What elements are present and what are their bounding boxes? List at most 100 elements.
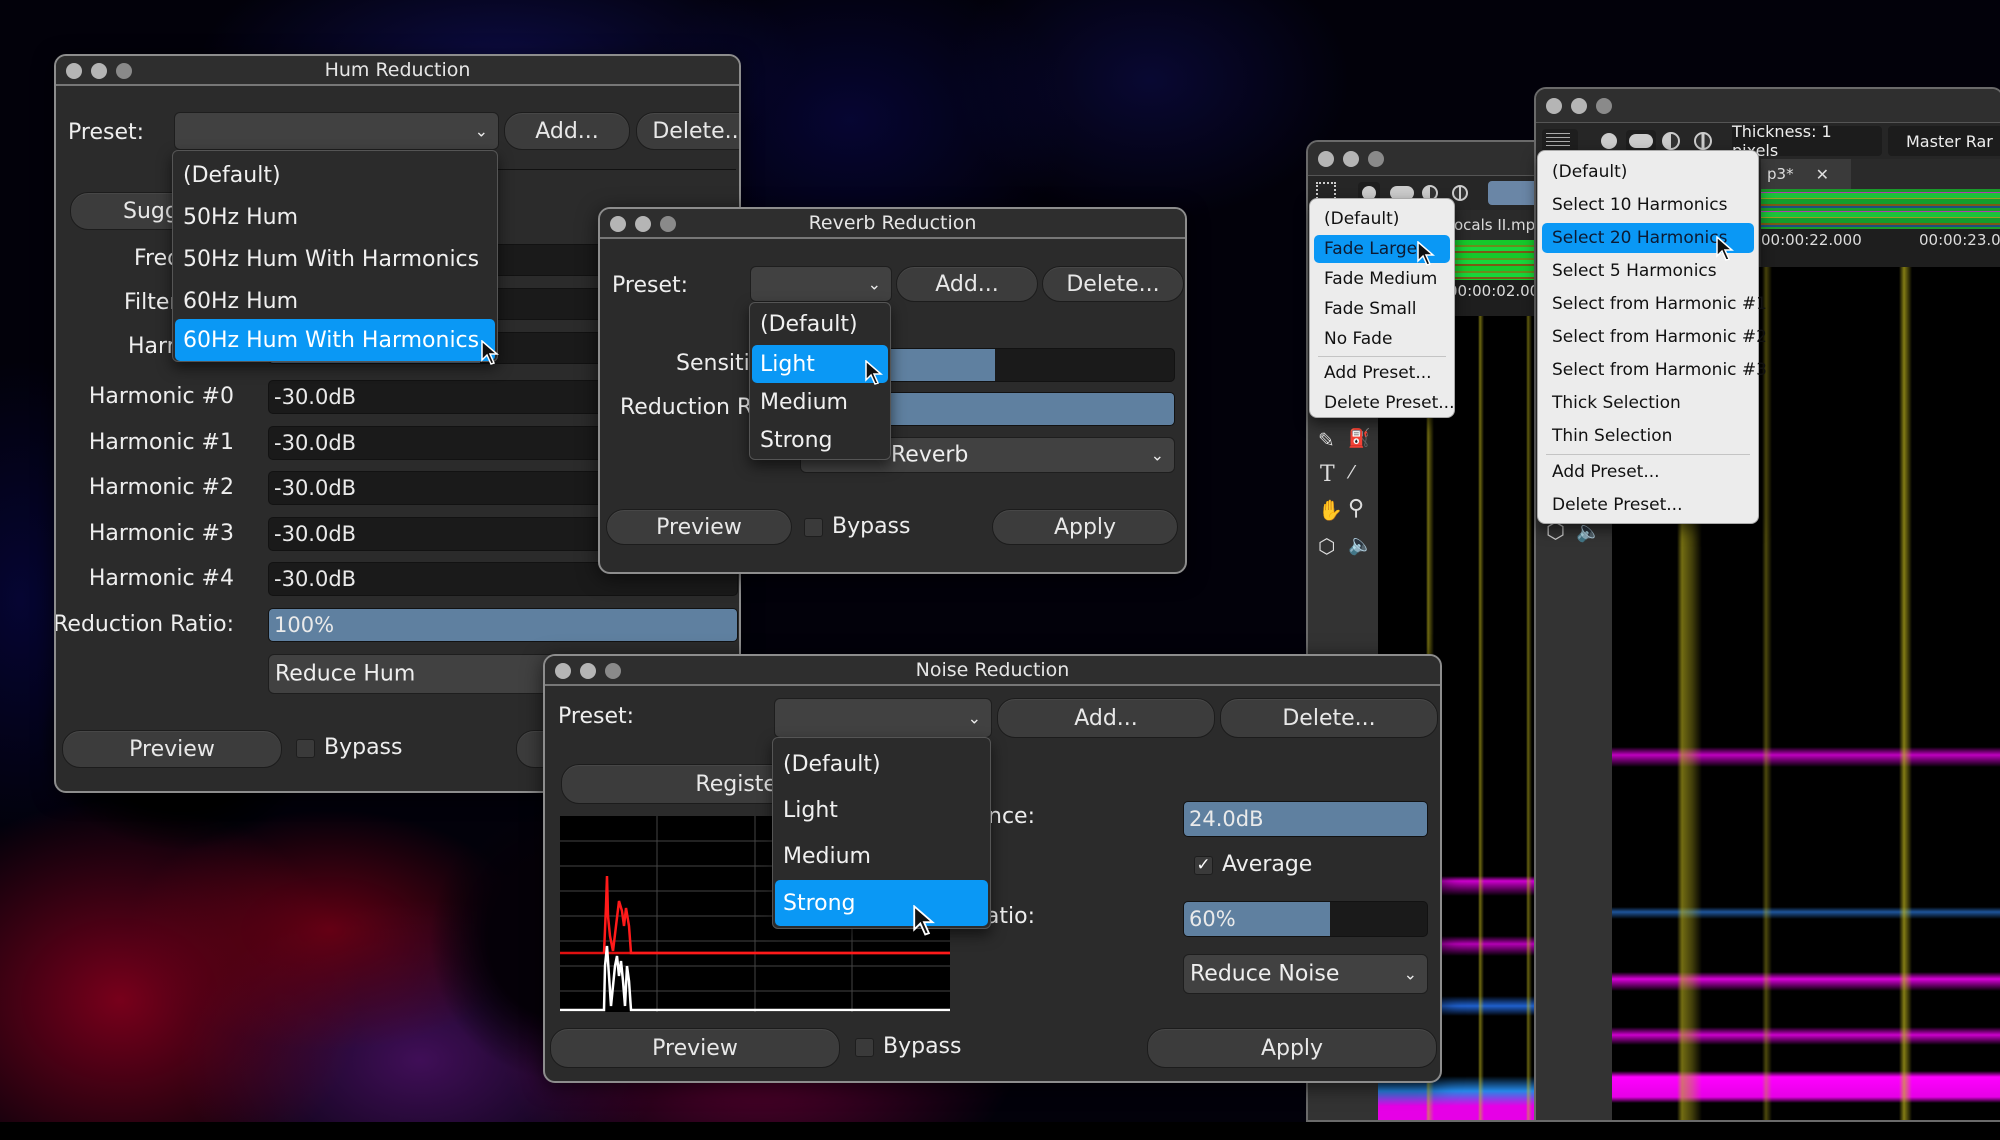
dropdown-item-selected[interactable]: Strong [775, 880, 988, 926]
minimize-button[interactable] [1343, 151, 1359, 167]
dropdown-item[interactable]: 60Hz Hum [175, 281, 495, 321]
menu-item[interactable]: (Default) [1314, 205, 1450, 233]
dropdown-item[interactable]: 50Hz Hum With Harmonics [175, 239, 495, 279]
close-button[interactable] [66, 63, 82, 79]
close-tab-icon[interactable]: ✕ [1816, 165, 1829, 184]
menu-item[interactable]: Fade Medium [1314, 265, 1450, 293]
dropdown-item[interactable]: Medium [775, 834, 988, 878]
text-tool-icon[interactable]: T [1320, 462, 1335, 487]
delete-preset-button[interactable]: Delete... [1042, 266, 1184, 302]
selection-mode-subtract-icon[interactable] [1662, 130, 1684, 152]
selection-mode-intersect-icon[interactable] [1694, 130, 1716, 152]
average-checkbox[interactable]: ✓ [1194, 856, 1213, 875]
minimize-button[interactable] [635, 216, 651, 232]
title-bar [1308, 142, 1544, 176]
hand-icon[interactable]: ✋ [1318, 498, 1343, 522]
bypass-checkbox[interactable] [296, 739, 315, 758]
menu-separator [1546, 454, 1750, 455]
mode-select[interactable]: Reduce Noise ⌄ [1183, 954, 1428, 994]
checkmark-icon: ✓ [1196, 855, 1211, 875]
harmonics-label: Harr [128, 334, 176, 359]
zoom-button[interactable] [1368, 151, 1384, 167]
add-preset-button[interactable]: Add... [997, 698, 1215, 738]
dropdown-item[interactable]: 50Hz Hum [175, 197, 495, 237]
dropdown-item-selected[interactable]: 60Hz Hum With Harmonics [175, 319, 495, 361]
speaker-icon[interactable]: 🔈 [1348, 532, 1373, 556]
selection-mode-intersect-icon[interactable] [1452, 182, 1474, 204]
bypass-checkbox[interactable] [855, 1038, 874, 1057]
apply-button[interactable]: Apply [1147, 1028, 1437, 1068]
add-preset-menu-item[interactable]: Add Preset... [1314, 359, 1450, 387]
delete-preset-menu-item[interactable]: Delete Preset... [1314, 389, 1454, 417]
add-preset-button[interactable]: Add... [504, 112, 630, 150]
preset-select[interactable]: ⌄ [174, 112, 499, 150]
register-button[interactable]: Register [561, 764, 791, 804]
menu-item[interactable]: Fade Small [1314, 295, 1450, 323]
selection-mode-new-icon[interactable] [1598, 130, 1620, 152]
add-preset-button[interactable]: Add... [896, 266, 1038, 302]
minimize-button[interactable] [91, 63, 107, 79]
zoom-button[interactable] [1596, 98, 1612, 114]
dropdown-item[interactable]: Light [775, 788, 988, 832]
preview-button[interactable]: Preview [606, 509, 792, 545]
apply-button[interactable]: Apply [992, 509, 1178, 545]
selection-mode-add-icon[interactable] [1626, 130, 1656, 152]
dropdown-item[interactable]: (Default) [775, 742, 988, 786]
close-button[interactable] [555, 663, 571, 679]
reduction-ratio-fill [269, 609, 737, 641]
title-bar: Hum Reduction [56, 56, 739, 86]
file-tab[interactable]: p3* ✕ [1761, 159, 1851, 189]
harmonic-label: Harmonic #4 [88, 566, 234, 591]
menu-item[interactable]: Select from Harmonic #2 [1542, 322, 1767, 352]
fade-preset-menu: (Default) Fade Large Fade Medium Fade Sm… [1309, 198, 1455, 418]
tolerance-slider[interactable]: 24.0dB [1183, 801, 1428, 837]
preset-label: Preset: [612, 273, 689, 298]
cube-icon[interactable]: ⬡ [1318, 534, 1335, 558]
close-button[interactable] [1318, 151, 1334, 167]
mouse-cursor [865, 360, 883, 385]
menu-item[interactable]: (Default) [1542, 157, 1754, 187]
preview-button[interactable]: Preview [62, 730, 282, 768]
file-tab[interactable]: ocals II.mp3 [1448, 210, 1544, 240]
menu-item[interactable]: Select from Harmonic #1 [1542, 289, 1767, 319]
menu-item[interactable]: Select from Harmonic #3 [1542, 355, 1767, 385]
eyedropper-icon[interactable]: ⁄ [1350, 462, 1353, 483]
menu-item[interactable]: Select 10 Harmonics [1542, 190, 1754, 220]
menu-item[interactable]: Thick Selection [1542, 388, 1754, 418]
delete-preset-button[interactable]: Delete... [636, 112, 739, 150]
time-label: 00:00:02.000 [1448, 282, 1546, 300]
dropdown-item[interactable]: (Default) [752, 305, 888, 343]
minimize-button[interactable] [1571, 98, 1587, 114]
reduction-ratio-slider[interactable]: 100% [268, 608, 738, 642]
magnifier-icon[interactable]: ⚲ [1348, 496, 1364, 521]
menu-item[interactable]: Thin Selection [1542, 421, 1754, 451]
dropdown-item[interactable]: Strong [752, 421, 888, 459]
harmonics-preset-menu: (Default) Select 10 Harmonics Select 20 … [1537, 150, 1767, 524]
spray-icon[interactable]: ⛽ [1348, 428, 1370, 449]
add-preset-menu-item[interactable]: Add Preset... [1542, 457, 1754, 487]
minimize-button[interactable] [580, 663, 596, 679]
dropdown-item[interactable]: Medium [752, 383, 888, 421]
dropdown-item[interactable]: (Default) [175, 155, 495, 195]
chevron-down-icon: ⌄ [967, 708, 981, 728]
reduction-ratio-slider[interactable]: 60% [1183, 901, 1428, 937]
close-button[interactable] [1546, 98, 1562, 114]
zoom-button[interactable] [605, 663, 621, 679]
screen-bottom-edge [0, 1122, 2000, 1140]
preset-select[interactable]: ⌄ [774, 698, 992, 738]
close-button[interactable] [610, 216, 626, 232]
chevron-down-icon: ⌄ [867, 274, 881, 294]
menu-item[interactable]: No Fade [1314, 325, 1450, 353]
delete-preset-button[interactable]: Delete... [1220, 698, 1438, 738]
window-controls [1318, 151, 1384, 167]
master-range-button[interactable]: Master Rar [1888, 126, 2000, 156]
preview-button[interactable]: Preview [550, 1028, 840, 1068]
bypass-checkbox[interactable] [804, 518, 823, 537]
zoom-button[interactable] [116, 63, 132, 79]
preset-select[interactable]: ⌄ [750, 266, 892, 302]
delete-preset-menu-item[interactable]: Delete Preset... [1542, 490, 1754, 520]
brush-icon[interactable]: ✎ [1318, 428, 1335, 452]
mode-value: Reduce Noise [1190, 961, 1340, 987]
zoom-button[interactable] [660, 216, 676, 232]
window-controls [66, 63, 132, 79]
